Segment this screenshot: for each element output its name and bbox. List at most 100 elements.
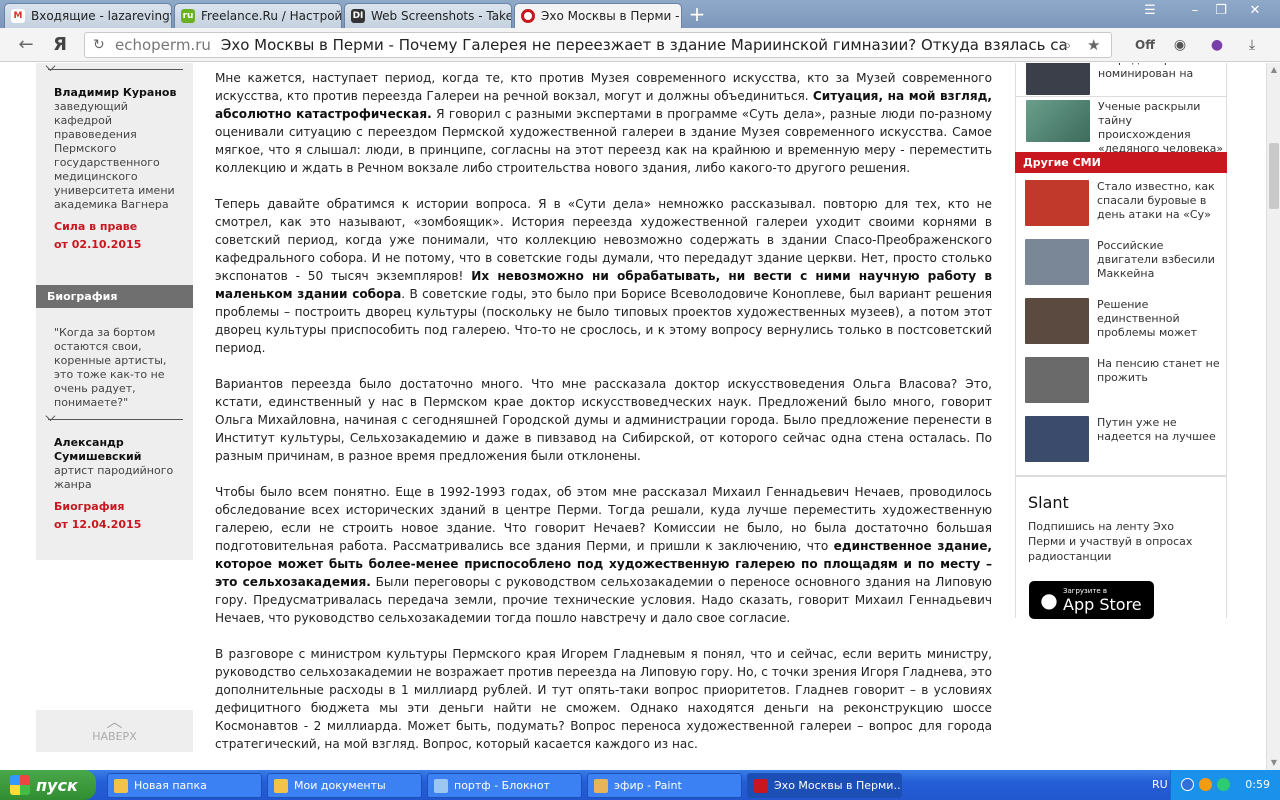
di-icon: DI — [351, 9, 365, 23]
program-link[interactable]: Биография — [54, 498, 189, 516]
other-media-item[interactable]: Стало известно, как спасали буровые в де… — [1025, 180, 1225, 226]
store-big-label: App Store — [1063, 594, 1142, 614]
taskbar-app-icon — [434, 778, 448, 793]
program-date[interactable]: от 02.10.2015 — [54, 236, 189, 254]
scroll-up-icon[interactable]: ▲ — [1267, 63, 1280, 77]
taskbar-item-label: портф - Блокнот — [454, 779, 550, 792]
yandex-icon[interactable]: Я — [48, 33, 72, 57]
tray-network-icon[interactable] — [1217, 778, 1230, 791]
person-description: артист пародийного жанра — [54, 464, 174, 491]
taskbar-app-icon — [754, 778, 768, 793]
search-icon[interactable]: ⌕ — [1063, 36, 1071, 54]
taskbar-app-icon — [594, 778, 608, 793]
tab-label: Freelance.Ru / Настрой — [201, 9, 341, 23]
news-thumbnail — [1025, 357, 1089, 403]
news-title: Ученые раскрыли тайну происхождения «лед… — [1098, 100, 1224, 155]
taskbar-item[interactable]: Новая папка — [107, 773, 262, 798]
other-media-header[interactable]: Другие СМИ — [1015, 152, 1227, 173]
article-text: В разговоре с министром культуры Пермско… — [215, 647, 992, 751]
taskbar-item-label: Мои документы — [294, 779, 386, 792]
divider — [48, 69, 183, 70]
other-media-item[interactable]: На пенсию станет не прожить — [1025, 357, 1225, 403]
minimize-icon[interactable]: – — [1182, 2, 1208, 20]
taskbar-item[interactable]: Эхо Москвы в Перми... — [747, 773, 902, 798]
app-store-button[interactable]: ● Загрузите в App Store — [1029, 581, 1154, 619]
new-tab-button[interactable]: + — [686, 4, 708, 25]
restore-icon[interactable]: ❐ — [1208, 2, 1234, 20]
tab-gmail[interactable]: M Входящие - lazarevingv — [4, 3, 172, 28]
url-field[interactable]: ↻ echoperm.ru Эхо Москвы в Перми - Почем… — [84, 32, 1112, 58]
echo-icon — [521, 9, 535, 23]
article-body: Мне кажется, наступает период, когда те,… — [215, 69, 992, 770]
freelance-icon: ru — [181, 9, 195, 23]
person-card: Александр Сумишевский артист пародийного… — [54, 436, 189, 534]
article-paragraph: Вариантов переезда было достаточно много… — [215, 375, 992, 465]
menu-icon[interactable]: ☰ — [1137, 2, 1163, 20]
program-link[interactable]: Сила в праве — [54, 218, 189, 236]
news-thumbnail — [1025, 298, 1089, 344]
biography-header[interactable]: Биография — [36, 285, 193, 308]
address-bar: ← Я ↻ echoperm.ru Эхо Москвы в Перми - П… — [0, 28, 1280, 62]
news-title: Решение единственной проблемы может — [1097, 298, 1198, 339]
tab-echo-perm[interactable]: Эхо Москвы в Перми - Г — [514, 3, 682, 28]
program-date[interactable]: от 12.04.2015 — [54, 516, 189, 534]
page-scrollbar[interactable]: ▲ ▼ — [1266, 63, 1280, 770]
tab-label: Web Screenshots - Take — [371, 9, 511, 23]
news-item[interactable]: Ученые раскрыли тайну происхождения «лед… — [1026, 100, 1226, 155]
tab-freelance[interactable]: ru Freelance.Ru / Настрой — [174, 3, 342, 28]
other-media-item[interactable]: Российские двигатели взбесили Маккейна — [1025, 239, 1225, 285]
start-button[interactable]: пуск — [0, 770, 96, 800]
news-item[interactable]: очередной раз номинирован на — [1026, 63, 1226, 95]
news-title: Российские двигатели взбесили Маккейна — [1097, 239, 1215, 280]
clock: 0:59 — [1245, 778, 1270, 791]
apple-icon: ● — [1040, 588, 1058, 612]
close-icon[interactable]: ✕ — [1242, 2, 1268, 20]
scroll-top-button[interactable]: ︿ НАВЕРХ — [36, 710, 193, 752]
left-sidebar: Владимир Куранов заведующий кафедрой пра… — [36, 63, 193, 560]
other-media-item[interactable]: Путин уже не надеется на лучшее — [1025, 416, 1225, 462]
taskbar: пуск Новая папка Мои документы портф - Бло… — [0, 770, 1280, 800]
article-paragraph: В разговоре с министром культуры Пермско… — [215, 645, 992, 753]
news-thumbnail — [1025, 239, 1089, 285]
bookmark-star-icon[interactable]: ★ — [1087, 36, 1100, 54]
article-paragraph: Теперь давайте обратимся к истории вопро… — [215, 195, 992, 357]
tab-web-screenshots[interactable]: DI Web Screenshots - Take — [344, 3, 512, 28]
news-title: Стало известно, как спасали буровые в де… — [1097, 180, 1215, 221]
tray-arrow-icon[interactable] — [1181, 778, 1194, 791]
tray-app-icon[interactable] — [1199, 778, 1212, 791]
taskbar-item[interactable]: портф - Блокнот — [427, 773, 582, 798]
news-thumbnail — [1026, 100, 1090, 142]
tab-label: Эхо Москвы в Перми - Г — [541, 9, 681, 23]
news-title: На пенсию станет не прожить — [1097, 357, 1220, 384]
language-indicator[interactable]: RU — [1152, 778, 1168, 791]
tab-bar: M Входящие - lazarevingv ru Freelance.Ru… — [0, 0, 1280, 28]
person-quote[interactable]: "Когда за бортом остаются свои, коренные… — [54, 326, 189, 410]
article-text: Вариантов переезда было достаточно много… — [215, 377, 992, 463]
person-name[interactable]: Владимир Куранов — [54, 86, 189, 100]
taskbar-item-label: Новая папка — [134, 779, 207, 792]
scroll-down-icon[interactable]: ▼ — [1267, 756, 1280, 770]
person-description: заведующий кафедрой правоведения Пермско… — [54, 100, 175, 211]
news-thumbnail — [1025, 180, 1089, 226]
person-card: Владимир Куранов заведующий кафедрой пра… — [54, 86, 189, 254]
news-thumbnail — [1025, 416, 1089, 462]
article-paragraph: Чтобы было всем понятно. Еще в 1992-1993… — [215, 483, 992, 627]
taskbar-item[interactable]: эфир - Paint — [587, 773, 742, 798]
reload-icon[interactable]: ↻ — [93, 37, 105, 53]
profile-icon[interactable]: ● — [1205, 33, 1229, 57]
download-icon[interactable]: ⤓ — [1240, 33, 1264, 57]
back-icon[interactable]: ← — [14, 33, 38, 57]
url-domain: echoperm.ru — [115, 36, 211, 54]
scrollbar-thumb[interactable] — [1269, 143, 1279, 209]
chevron-up-icon: ︿ — [106, 712, 123, 731]
tab-label: Входящие - lazarevingv — [31, 9, 171, 23]
slant-promo: Slant Подпишись на ленту Эхо Перми и уча… — [1015, 475, 1227, 619]
other-media-item[interactable]: Решение единственной проблемы может — [1025, 298, 1225, 344]
start-label: пуск — [36, 775, 78, 795]
page-content: Владимир Куранов заведующий кафедрой пра… — [0, 63, 1266, 770]
taskbar-item-label: эфир - Paint — [614, 779, 682, 792]
person-name[interactable]: Александр Сумишевский — [54, 436, 189, 464]
turbo-off-icon[interactable]: Off — [1130, 33, 1160, 57]
taskbar-item[interactable]: Мои документы — [267, 773, 422, 798]
extension-icon[interactable]: ◉ — [1168, 33, 1192, 57]
